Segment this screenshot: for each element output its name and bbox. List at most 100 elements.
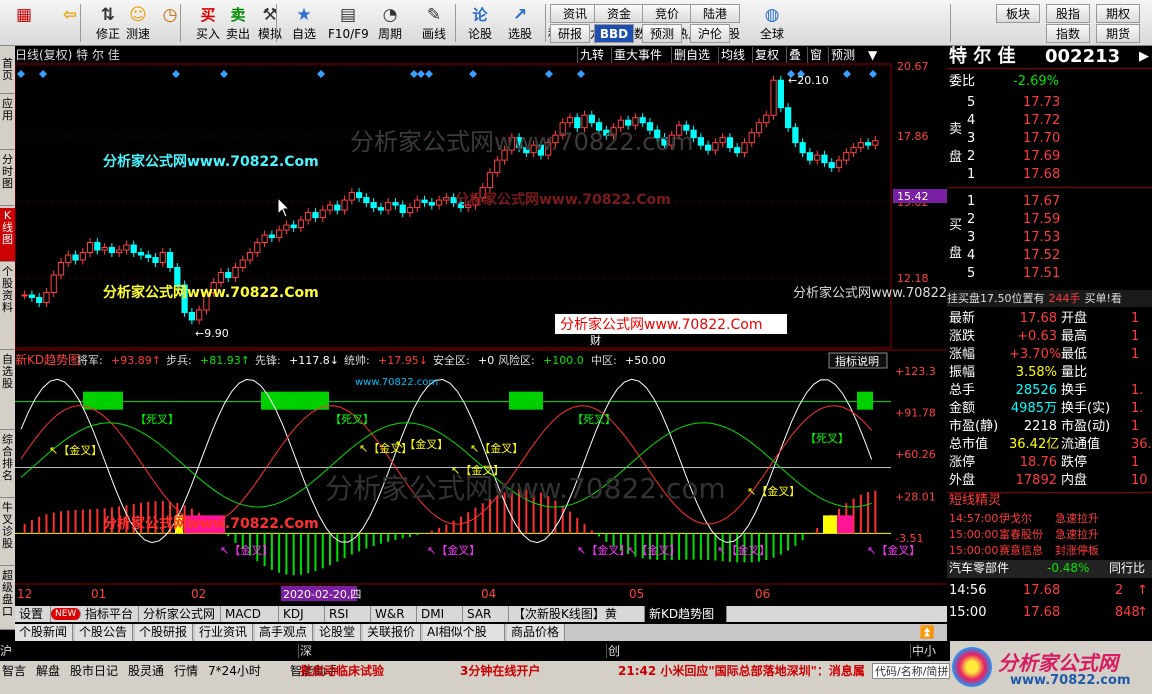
status-item[interactable]: 智言 [2, 663, 26, 679]
toolbar-mini-button[interactable]: BBD [594, 24, 634, 43]
wizard-stock[interactable]: 伊戈尔 [999, 510, 1032, 527]
event-marker[interactable] [843, 70, 851, 78]
status-item[interactable]: 解盘 [36, 663, 60, 679]
status-item[interactable]: 股市日记 [70, 663, 118, 679]
toolbar-mini-button[interactable]: 指数 [1046, 24, 1090, 43]
event-marker[interactable] [577, 70, 585, 78]
wizard-stock[interactable]: 富春股份 [999, 526, 1043, 543]
event-marker[interactable] [417, 70, 425, 78]
market-index-label[interactable]: 创 [608, 642, 620, 660]
bid-price[interactable]: 17.53 [1023, 229, 1060, 246]
bid-price[interactable]: 17.51 [1023, 265, 1060, 282]
toolbar-mini-button[interactable]: 沪伦 [690, 24, 730, 43]
ask-price[interactable]: 17.73 [1023, 94, 1060, 111]
chart-area[interactable]: 日线(复权) 特 尔 佳 九转 重大事件 删自选 均线 复权叠窗预测 ▼ ←20.10 ←9… [15, 46, 947, 606]
event-marker[interactable] [17, 70, 25, 78]
ask-price[interactable]: 17.70 [1023, 130, 1060, 147]
left-nav-item[interactable]: 个股资料 [0, 264, 15, 350]
status-item[interactable]: 股灵通 [128, 663, 164, 679]
bid-price[interactable]: 17.67 [1023, 193, 1060, 210]
left-nav-item[interactable]: 自选股 [0, 352, 15, 430]
info-tab[interactable]: 论股堂 [315, 624, 361, 641]
left-nav-item[interactable]: K线图 [0, 208, 15, 262]
toolbar-chart-button[interactable]: ↗ 选股 [500, 2, 540, 44]
status-item[interactable]: 7*24小时 [208, 663, 261, 679]
indicator-tab[interactable]: MACD [221, 606, 279, 622]
indicator-help-button[interactable]: 指标说明 [828, 352, 888, 369]
candle-body [268, 234, 275, 239]
toolbar-mini-button[interactable]: 资讯 [550, 4, 600, 23]
toolbar-mini-button[interactable]: 陆港 [690, 4, 740, 23]
toolbar-clock-button[interactable]: ◔ 周期 [370, 2, 410, 44]
indicator-tab[interactable]: SAR [463, 606, 509, 622]
bid-price[interactable]: 17.59 [1023, 211, 1060, 228]
left-nav-item[interactable]: 牛叉诊股 [0, 500, 15, 566]
ticker-text[interactable]: 3分钟在线开户 [460, 663, 540, 679]
left-nav-item[interactable]: 应用 [0, 96, 15, 150]
info-tab[interactable]: 关联报价 [363, 624, 421, 641]
indicator-tab[interactable]: 【次新股K线图】黄冠... [509, 606, 645, 622]
bid-price[interactable]: 17.52 [1023, 247, 1060, 264]
event-marker[interactable] [869, 70, 877, 78]
toolbar-globe-button[interactable]: ◍ 全球 [752, 2, 792, 44]
info-tab[interactable]: 个股研报 [135, 624, 193, 641]
collapse-icon[interactable]: ⏫ [915, 624, 939, 641]
info-tab[interactable]: 高手观点 [255, 624, 313, 641]
event-marker[interactable] [220, 70, 228, 78]
info-tab[interactable]: 个股新闻 [15, 624, 73, 641]
indicator-tab[interactable]: 指标平台 [81, 606, 139, 622]
info-tab[interactable]: 行业资讯 [195, 624, 253, 641]
toolbar-mini-button[interactable]: 竞价 [642, 4, 692, 23]
left-nav-item[interactable]: 分时图 [0, 152, 15, 206]
sector-compare-link[interactable]: 同行比 [1109, 560, 1145, 577]
info-tab[interactable]: 商品价格 [507, 624, 565, 641]
toolbar-pencil-button[interactable]: ✎ 画线 [414, 2, 454, 44]
status-item[interactable]: 行情 [174, 663, 198, 679]
indicator-tab[interactable]: 分析家公式网 [139, 606, 221, 622]
indicator-tab[interactable]: 设置 [15, 606, 51, 622]
chevron-right-icon[interactable]: ▶ [1139, 48, 1149, 65]
event-marker[interactable] [410, 70, 418, 78]
toolbar-mini-button[interactable]: 预测 [642, 24, 682, 43]
toolbar-grid-button[interactable]: ▦ [4, 2, 44, 44]
indicator-tab[interactable]: KDJ [279, 606, 325, 622]
indicator-tab[interactable]: RSI [325, 606, 371, 622]
ask-price[interactable]: 17.69 [1023, 148, 1060, 165]
left-nav-item[interactable]: 首页 [0, 56, 15, 94]
left-nav-item[interactable]: 综合排名 [0, 432, 15, 498]
event-marker[interactable] [469, 70, 477, 78]
code-search-input[interactable]: 代码/名称/简拼 [872, 663, 950, 679]
toolbar-back-button[interactable]: ⇦ [50, 2, 90, 44]
event-marker[interactable] [545, 70, 553, 78]
left-nav-item[interactable]: 超级盘口 [0, 568, 15, 630]
market-index-label[interactable]: 沪 [0, 642, 12, 660]
indicator-tab[interactable]: W&R [371, 606, 417, 622]
market-index-label[interactable]: 深 [300, 642, 312, 660]
indicator-tab[interactable]: DMI [417, 606, 463, 622]
event-marker[interactable] [172, 70, 180, 78]
toolbar-mini-button[interactable]: 研报 [550, 24, 590, 43]
ticker-text[interactable]: 21:42 小米回应"国际总部落地深圳"：消息属 [618, 663, 868, 679]
ticker-text[interactable]: 批启动临床试验 [300, 663, 384, 679]
toolbar-star-button[interactable]: ★ 自选 [284, 2, 324, 44]
indicator-tab[interactable]: NEW [51, 608, 81, 620]
info-tab[interactable]: 个股公告 [75, 624, 133, 641]
event-marker[interactable] [317, 70, 325, 78]
sector-name[interactable]: 汽车零部件 [949, 560, 1009, 577]
info-tab[interactable]: AI相似个股 [423, 624, 505, 641]
toolbar-mini-button[interactable]: 期货 [1096, 24, 1140, 43]
toolbar-f10-button[interactable]: ▤ F10/F9 [328, 2, 369, 44]
event-marker[interactable] [425, 70, 433, 78]
toolbar-mini-button[interactable]: 期权 [1096, 4, 1140, 23]
toolbar-mini-button[interactable]: 股指 [1046, 4, 1090, 23]
event-marker[interactable] [39, 70, 47, 78]
kline-chart-svg[interactable]: ←20.10 ←9.90 分析家公式网www.70822.Com 分析家公式网www.… [15, 46, 947, 606]
indicator-tab[interactable]: 新KD趋势图 [645, 606, 727, 622]
ask-price[interactable]: 17.72 [1023, 112, 1060, 129]
toolbar-mini-button[interactable]: 资金 [594, 4, 644, 23]
toolbar-mini-button[interactable]: 板块 [996, 4, 1040, 23]
wizard-stock[interactable]: 赛意信息 [999, 542, 1043, 559]
toolbar-discuss-button[interactable]: 论论股 [460, 2, 500, 44]
ask-price[interactable]: 17.68 [1023, 166, 1060, 183]
toolbar-alarm-clock-button[interactable]: ◷ [150, 2, 190, 44]
